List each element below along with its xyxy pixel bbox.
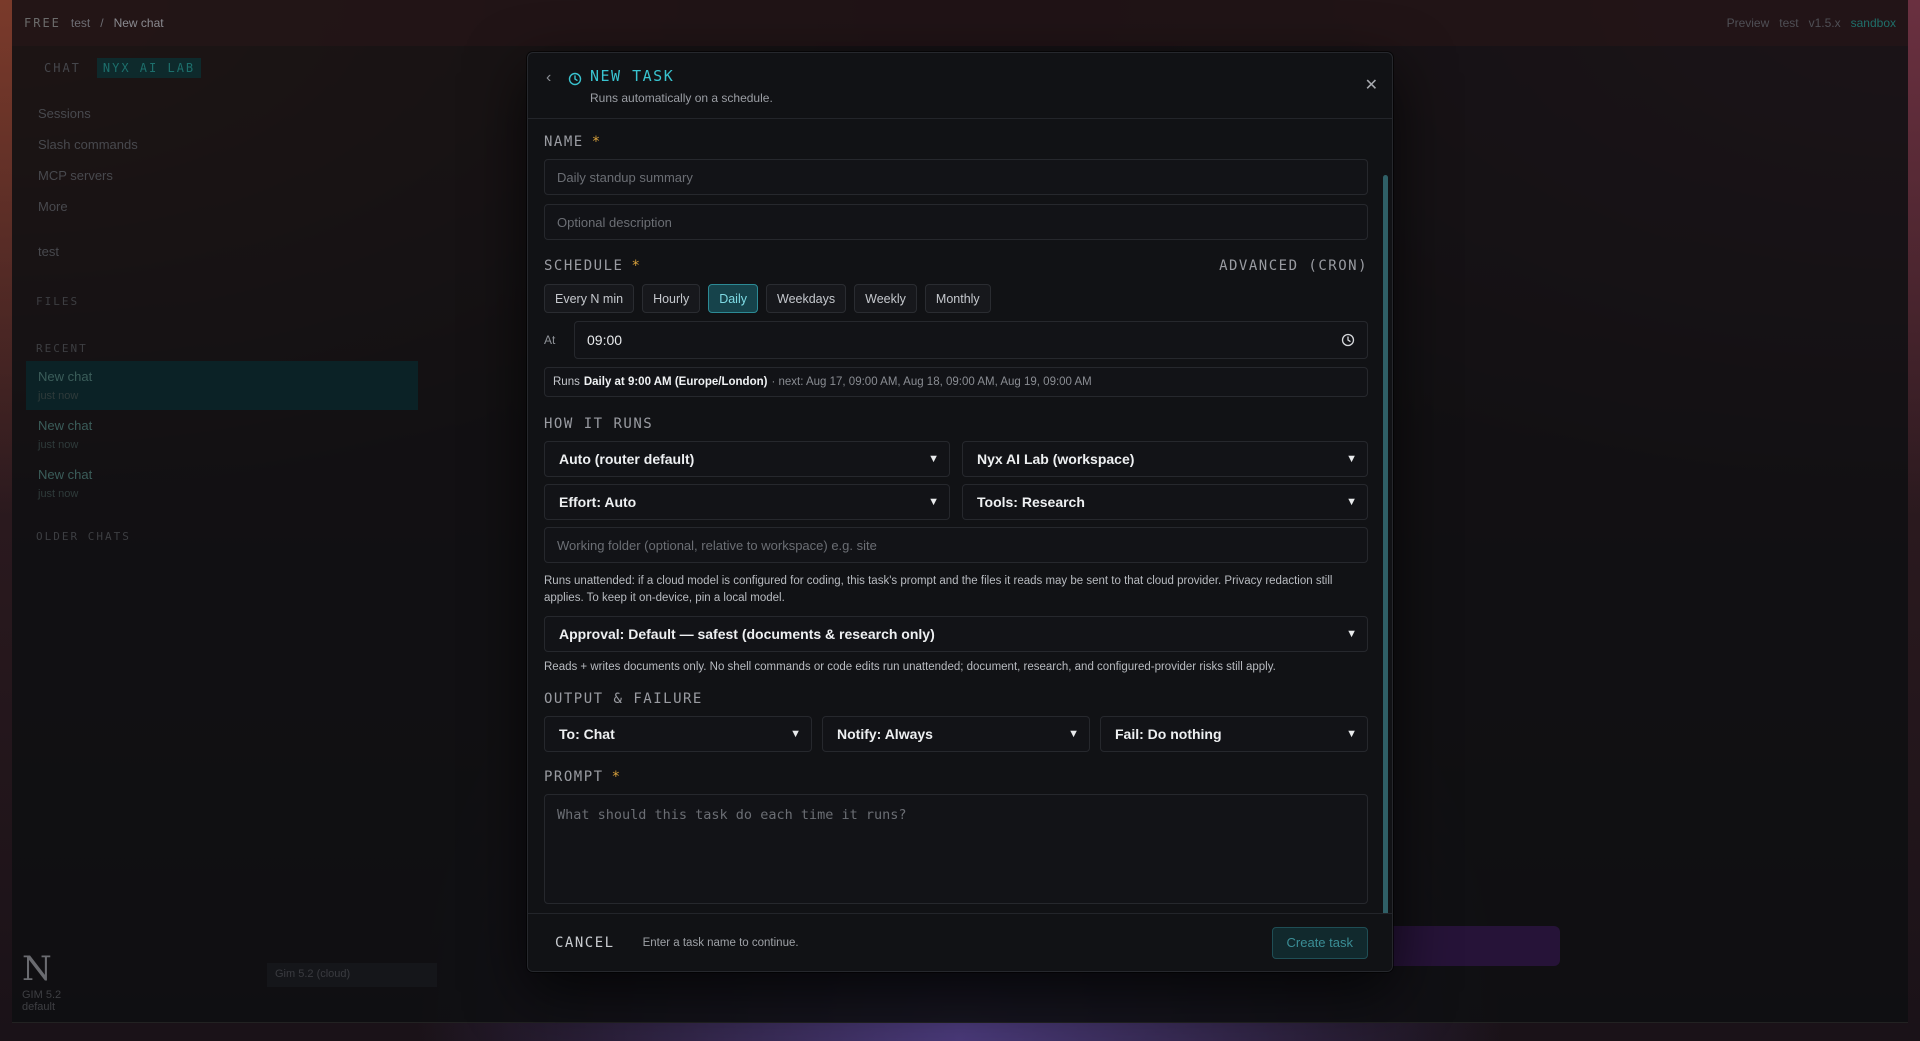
workspace-select[interactable]: Nyx AI Lab (workspace) ▼: [962, 441, 1368, 477]
breadcrumb-project[interactable]: test: [71, 16, 90, 30]
account-block[interactable]: N GIM 5.2 default: [22, 949, 61, 1013]
top-bar: FREE test / New chat Preview test v1.5.x…: [12, 0, 1908, 46]
sandbox-badge[interactable]: sandbox: [1851, 16, 1896, 30]
schedule-option-monthly[interactable]: Monthly: [924, 284, 991, 313]
tab-chat[interactable]: CHAT: [38, 58, 87, 78]
chat-time: just now: [38, 439, 79, 451]
new-task-dialog: ‹ NEW TASK Runs automatically on a sched…: [527, 52, 1393, 972]
chevron-down-icon: ▼: [1346, 628, 1357, 640]
privacy-note: Runs unattended: if a cloud model is con…: [544, 575, 1333, 604]
chevron-down-icon: ▼: [790, 728, 801, 740]
sidebar-item-mcp-servers[interactable]: MCP servers: [26, 160, 418, 191]
schedule-summary: Runs Daily at 9:00 AM (Europe/London) · …: [544, 367, 1368, 397]
schedule-summary-rule: Daily at 9:00 AM (Europe/London): [583, 376, 768, 388]
schedule-options: Every N min Hourly Daily Weekdays Weekly…: [544, 284, 1364, 313]
advanced-cron-link[interactable]: ADVANCED (CRON): [1219, 258, 1368, 274]
preview-button[interactable]: Preview: [1727, 16, 1770, 30]
close-icon[interactable]: ✕: [1365, 75, 1378, 95]
prompt-textarea[interactable]: [544, 794, 1368, 904]
model-name: GIM 5.2: [22, 989, 62, 1001]
chat-title: New chat: [38, 418, 93, 433]
failure-select[interactable]: Fail: Do nothing ▼: [1100, 716, 1368, 752]
chat-title: New chat: [38, 467, 93, 482]
model-select[interactable]: Auto (router default) ▼: [544, 441, 950, 477]
tab-nyx-ai-lab[interactable]: NYX AI LAB: [96, 58, 202, 78]
dialog-header: ‹ NEW TASK Runs automatically on a sched…: [528, 53, 1392, 119]
approval-select[interactable]: Approval: Default — safest (documents & …: [544, 616, 1368, 652]
dialog-title: NEW TASK: [590, 67, 675, 85]
schedule-option-every-n-min[interactable]: Every N min: [544, 284, 635, 313]
working-folder-input[interactable]: [544, 527, 1368, 563]
clock-icon[interactable]: [1341, 333, 1355, 347]
workspace-switcher[interactable]: test: [1779, 16, 1798, 30]
how-it-runs-label: HOW IT RUNS: [544, 416, 654, 432]
schedule-option-hourly[interactable]: Hourly: [642, 284, 701, 313]
sidebar-item-sessions[interactable]: Sessions: [26, 98, 418, 129]
tools-select[interactable]: Tools: Research ▼: [962, 484, 1368, 520]
at-label: At: [544, 333, 556, 347]
cancel-button[interactable]: CANCEL: [555, 935, 615, 951]
schedule-next-runs: · next: Aug 17, 09:00 AM, Aug 18, 09:00 …: [771, 376, 1092, 388]
model-sub: default: [22, 1001, 56, 1013]
output-failure-label: OUTPUT & FAILURE: [544, 691, 703, 707]
notify-select[interactable]: Notify: Always ▼: [822, 716, 1090, 752]
chevron-down-icon: ▼: [928, 496, 939, 508]
dialog-subtitle: Runs automatically on a schedule.: [590, 91, 773, 105]
breadcrumb-current[interactable]: New chat: [114, 16, 164, 30]
back-icon[interactable]: ‹: [546, 69, 562, 87]
schedule-section-label: SCHEDULE *: [544, 258, 642, 274]
output-select[interactable]: To: Chat ▼: [544, 716, 812, 752]
app-logo: N: [22, 949, 52, 989]
footer-hint: Enter a task name to continue.: [642, 936, 799, 949]
required-mark: *: [631, 258, 642, 274]
time-input[interactable]: 09:00: [574, 321, 1368, 359]
required-mark: *: [611, 769, 622, 785]
sidebar: CHAT NYX AI LAB Sessions Slash commands …: [12, 46, 437, 1023]
list-item[interactable]: New chat just now: [26, 410, 418, 459]
required-mark: *: [591, 134, 602, 150]
project-name[interactable]: test: [26, 236, 418, 267]
recent-header: RECENT: [36, 342, 88, 355]
name-section-label: NAME *: [544, 134, 602, 150]
time-row: At 09:00: [544, 321, 1368, 359]
time-value: 09:00: [587, 332, 623, 348]
schedule-option-daily[interactable]: Daily: [708, 284, 758, 313]
chat-time: just now: [38, 488, 79, 500]
dialog-body: NAME * SCHEDULE * ADVANCED (CRON) Every …: [528, 120, 1392, 912]
version-label: v1.5.x: [1808, 16, 1841, 30]
list-item[interactable]: New chat just now: [26, 459, 418, 508]
older-chats-header[interactable]: OLDER CHATS: [26, 520, 418, 549]
chat-title: New chat: [38, 369, 93, 384]
effort-select[interactable]: Effort: Auto ▼: [544, 484, 950, 520]
chevron-down-icon: ▼: [1346, 496, 1357, 508]
model-picker[interactable]: Gim 5.2 (cloud): [267, 963, 437, 987]
schedule-option-weekdays[interactable]: Weekdays: [766, 284, 847, 313]
chevron-down-icon: ▼: [1346, 453, 1357, 465]
schedule-option-weekly[interactable]: Weekly: [854, 284, 917, 313]
task-description-input[interactable]: [544, 204, 1368, 240]
create-task-button[interactable]: Create task: [1271, 926, 1368, 959]
dialog-scrollbar[interactable]: [1383, 175, 1388, 943]
dialog-footer: CANCEL Enter a task name to continue. Cr…: [528, 913, 1392, 971]
chevron-down-icon: ▼: [1068, 728, 1079, 740]
chat-time: just now: [38, 390, 79, 402]
clock-icon: [568, 72, 582, 86]
prompt-section-label: PROMPT *: [544, 769, 622, 785]
task-name-input[interactable]: [544, 159, 1368, 195]
sidebar-item-slash-commands[interactable]: Slash commands: [26, 129, 418, 160]
list-item[interactable]: New chat just now: [26, 361, 418, 410]
plan-badge: FREE: [24, 16, 61, 30]
approval-note: Reads + writes documents only. No shell …: [544, 661, 1276, 673]
chevron-down-icon: ▼: [928, 453, 939, 465]
chevron-down-icon: ▼: [1346, 728, 1357, 740]
files-header[interactable]: FILES: [26, 285, 418, 314]
sidebar-item-more[interactable]: More: [26, 191, 418, 222]
